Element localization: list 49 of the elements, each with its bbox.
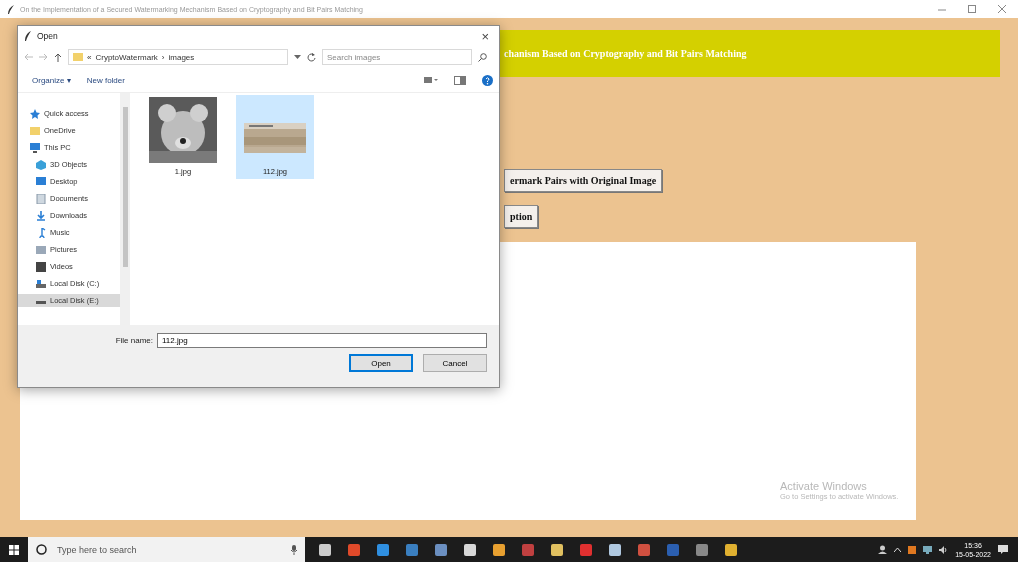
star-icon [30, 108, 40, 119]
app-icon[interactable] [725, 543, 737, 556]
chevron-up-icon[interactable] [894, 547, 902, 552]
preview-pane-icon[interactable] [454, 75, 466, 85]
activation-notice: Activate Windows [780, 480, 868, 492]
people-icon[interactable] [878, 545, 888, 554]
action-button[interactable]: ermark Pairs with Original Image [504, 169, 663, 192]
search-icon[interactable] [478, 52, 487, 62]
refresh-icon[interactable] [307, 52, 316, 62]
computer-icon [30, 142, 40, 153]
cancel-button[interactable]: Cancel [423, 354, 487, 372]
view-options-icon[interactable] [424, 76, 438, 84]
search-circle-icon [36, 544, 47, 555]
speaker-icon[interactable] [939, 545, 949, 554]
tray-app-icon[interactable] [908, 545, 917, 554]
open-button[interactable]: Open [349, 354, 413, 372]
dropdown-icon[interactable] [294, 55, 301, 59]
windows-start-icon[interactable] [9, 544, 19, 555]
app-icon[interactable] [348, 543, 360, 556]
cube-icon [36, 159, 46, 170]
close-icon[interactable] [998, 5, 1006, 13]
scrollbar[interactable] [120, 93, 130, 325]
app-title: chanism Based on Cryptography and Bit Pairs Matching [504, 48, 747, 59]
download-icon [36, 210, 46, 221]
microphone-icon [291, 544, 297, 555]
drive-icon [36, 278, 46, 289]
app-icon[interactable] [609, 543, 621, 556]
taskbar-search-box[interactable]: Type here to search [28, 537, 305, 562]
search-field[interactable]: Search images [322, 49, 472, 65]
feather-icon [8, 4, 14, 14]
taskbar-search-field[interactable]: Type here to search [55, 543, 283, 556]
up-arrow-icon[interactable] [54, 52, 62, 62]
feather-icon [24, 31, 32, 41]
app-icon[interactable] [493, 543, 505, 556]
new-folder-button[interactable]: New folder [86, 75, 125, 85]
close-button[interactable]: × [477, 28, 493, 44]
network-icon[interactable] [923, 545, 933, 554]
address-bar[interactable]: « CryptoWatermark › images [68, 49, 288, 65]
app-icon[interactable] [435, 543, 447, 556]
app-icon[interactable] [696, 543, 708, 556]
notification-icon[interactable] [998, 545, 1008, 554]
file-name-field[interactable]: 112.jpg [157, 333, 487, 348]
field-label: File name: [115, 336, 153, 345]
maximize-icon[interactable] [968, 5, 976, 13]
dialog-title: Open [37, 31, 59, 41]
organize-menu[interactable]: Organize ▾ [32, 75, 71, 85]
action-button[interactable]: ption [504, 205, 539, 228]
music-icon [36, 227, 46, 238]
help-icon[interactable] [482, 74, 493, 86]
